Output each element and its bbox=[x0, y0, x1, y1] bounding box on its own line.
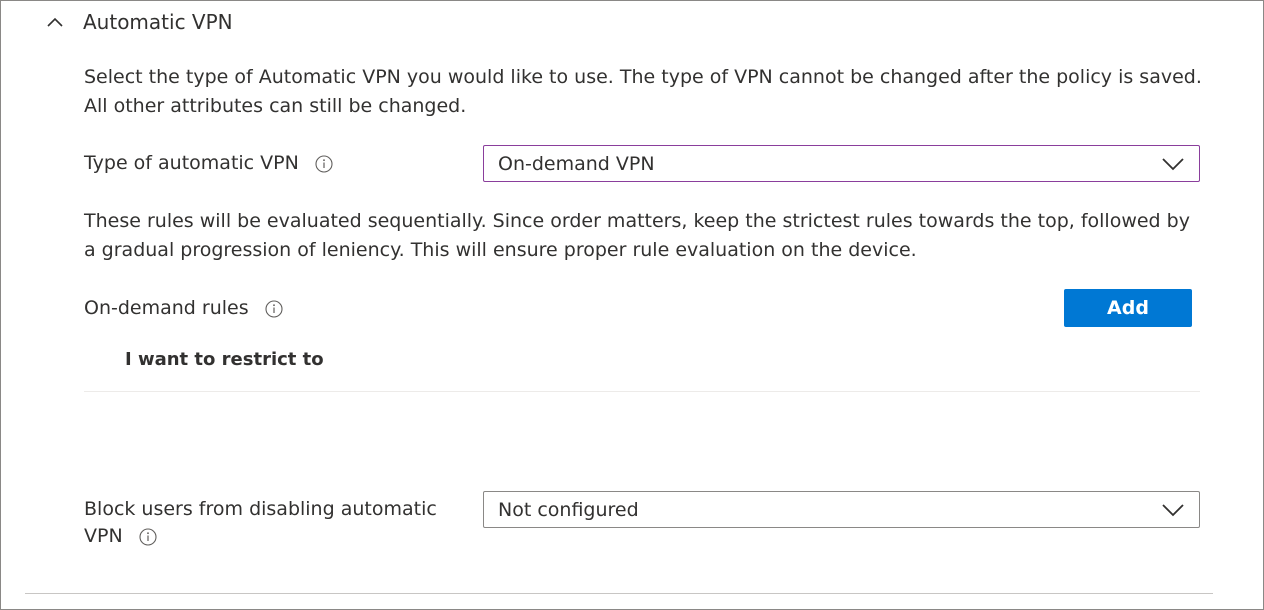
table-divider bbox=[84, 391, 1200, 392]
block-users-label-line2: VPN bbox=[84, 525, 123, 547]
rules-description: These rules will be evaluated sequential… bbox=[84, 210, 1190, 261]
block-users-dropdown-value: Not configured bbox=[498, 498, 639, 521]
automatic-vpn-panel: Automatic VPN Select the type of Automat… bbox=[0, 0, 1264, 610]
info-icon[interactable] bbox=[139, 527, 157, 546]
section-header-automatic-vpn[interactable]: Automatic VPN bbox=[45, 7, 233, 37]
section-divider bbox=[25, 593, 1213, 594]
vpn-type-label: Type of automatic VPN bbox=[84, 152, 299, 174]
block-users-label-line1: Block users from disabling automatic bbox=[84, 498, 437, 520]
chevron-up-icon[interactable] bbox=[45, 12, 65, 32]
info-icon[interactable] bbox=[265, 299, 283, 318]
chevron-down-icon bbox=[1162, 157, 1184, 170]
vpn-type-dropdown[interactable]: On-demand VPN bbox=[483, 145, 1200, 182]
info-icon[interactable] bbox=[315, 154, 333, 173]
vpn-type-dropdown-value: On-demand VPN bbox=[498, 152, 655, 175]
on-demand-rules-label-row: On-demand rules bbox=[84, 295, 283, 322]
on-demand-rules-label: On-demand rules bbox=[84, 297, 249, 319]
add-rule-button[interactable]: Add bbox=[1064, 289, 1192, 327]
column-header-restrict-to: I want to restrict to bbox=[125, 349, 324, 370]
chevron-down-icon bbox=[1162, 503, 1184, 516]
intro-description: Select the type of Automatic VPN you wou… bbox=[84, 66, 1202, 117]
section-title: Automatic VPN bbox=[83, 10, 233, 34]
vpn-type-label-row: Type of automatic VPN bbox=[84, 150, 333, 177]
block-users-dropdown[interactable]: Not configured bbox=[483, 491, 1200, 528]
block-users-label-row: Block users from disabling automatic VPN bbox=[84, 496, 437, 550]
